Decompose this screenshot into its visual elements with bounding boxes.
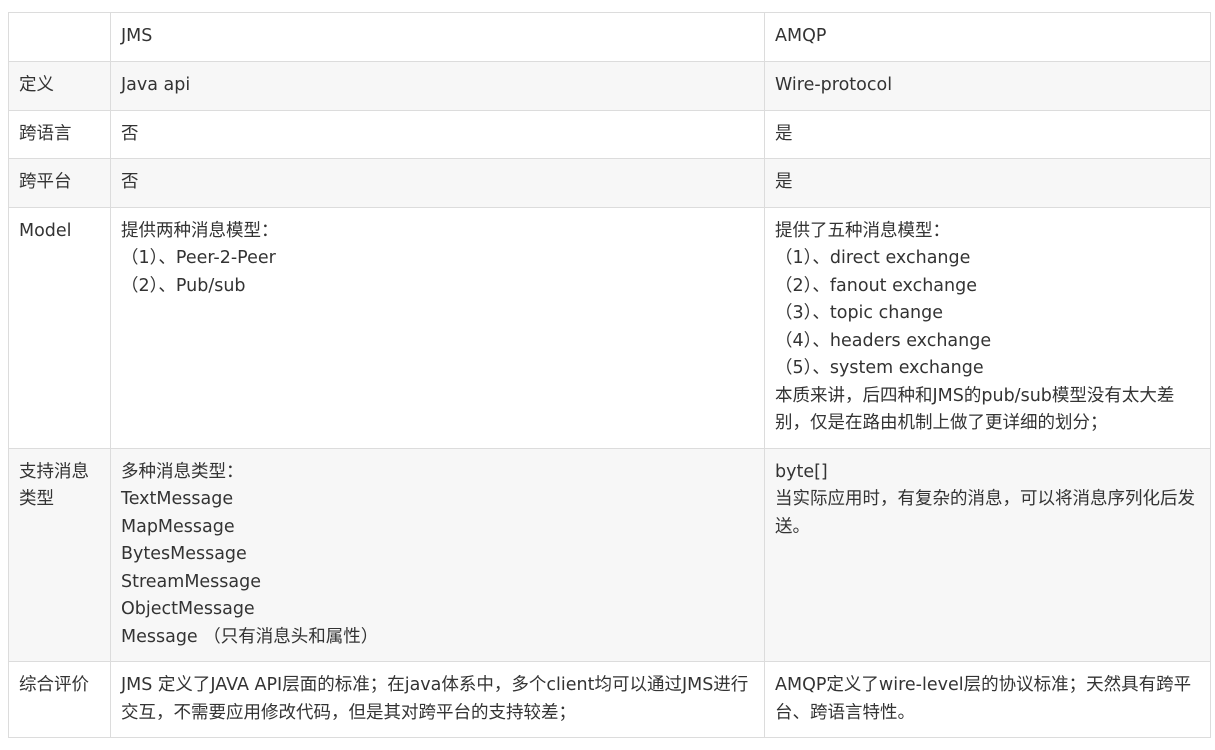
- cell-line: 本质来讲，后四种和JMS的pub/sub模型没有太大差别，仅是在路由机制上做了更…: [775, 385, 1175, 434]
- cell-line: （5）、system exchange: [775, 358, 984, 378]
- comparison-table: JMS AMQP 定义 Java api Wire-protocol 跨语言 否…: [8, 12, 1211, 738]
- cell-line: 提供了五种消息模型：: [775, 220, 950, 241]
- cell-line: Message （只有消息头和属性）: [121, 626, 379, 647]
- table-row-cross-language: 跨语言 否 是: [8, 109, 1211, 159]
- header-cell-jms: JMS: [110, 12, 765, 62]
- amqp-cell: 是: [764, 109, 1211, 159]
- jms-cell: 否: [110, 109, 765, 159]
- cell-line: （4）、headers exchange: [775, 330, 992, 351]
- cell-line: StreamMessage: [121, 571, 262, 592]
- table-row-model: Model 提供两种消息模型： （1）、Peer-2-Peer （2）、Pub/…: [8, 206, 1211, 449]
- amqp-cell: Wire-protocol: [764, 61, 1211, 111]
- cell-line: （2）、Pub/sub: [121, 275, 246, 296]
- table-row-overall-evaluation: 综合评价 JMS 定义了JAVA API层面的标准；在java体系中，多个cli…: [8, 661, 1211, 738]
- cell-line: BytesMessage: [121, 544, 247, 564]
- header-cell-empty: [8, 12, 111, 62]
- cell-line: （2）、fanout exchange: [775, 275, 977, 296]
- cell-line: 多种消息类型：: [121, 461, 244, 482]
- header-cell-amqp: AMQP: [764, 12, 1211, 62]
- row-label: 综合评价: [8, 661, 111, 738]
- row-label: 支持消息类型: [8, 447, 111, 662]
- cell-line: （1）、Peer-2-Peer: [121, 248, 276, 268]
- header-row: JMS AMQP: [8, 12, 1211, 62]
- jms-cell: 提供两种消息模型： （1）、Peer-2-Peer （2）、Pub/sub: [110, 206, 765, 449]
- table-row-definition: 定义 Java api Wire-protocol: [8, 61, 1211, 111]
- cell-line: （3）、topic change: [775, 303, 944, 323]
- amqp-cell: AMQP定义了wire-level层的协议标准；天然具有跨平台、跨语言特性。: [764, 661, 1211, 738]
- cell-line: 当实际应用时，有复杂的消息，可以将消息序列化后发送。: [775, 489, 1195, 537]
- row-label: Model: [8, 206, 111, 449]
- jms-cell: 否: [110, 158, 765, 208]
- cell-line: TextMessage: [121, 489, 234, 509]
- row-label: 跨语言: [8, 109, 111, 159]
- cell-line: 提供两种消息模型：: [121, 220, 279, 241]
- jms-cell: Java api: [110, 61, 765, 111]
- table-row-cross-platform: 跨平台 否 是: [8, 158, 1211, 208]
- row-label: 定义: [8, 61, 111, 111]
- jms-cell: 多种消息类型： TextMessage MapMessage BytesMess…: [110, 447, 765, 662]
- amqp-cell: byte[] 当实际应用时，有复杂的消息，可以将消息序列化后发送。: [764, 447, 1211, 662]
- amqp-cell: 是: [764, 158, 1211, 208]
- cell-line: （1）、direct exchange: [775, 248, 971, 268]
- table-row-message-types: 支持消息类型 多种消息类型： TextMessage MapMessage By…: [8, 447, 1211, 662]
- amqp-cell: 提供了五种消息模型： （1）、direct exchange （2）、fanou…: [764, 206, 1211, 449]
- cell-line: ObjectMessage: [121, 599, 255, 619]
- row-label: 跨平台: [8, 158, 111, 208]
- jms-cell: JMS 定义了JAVA API层面的标准；在java体系中，多个client均可…: [110, 661, 765, 738]
- cell-line: byte[]: [775, 461, 828, 482]
- cell-line: MapMessage: [121, 516, 235, 537]
